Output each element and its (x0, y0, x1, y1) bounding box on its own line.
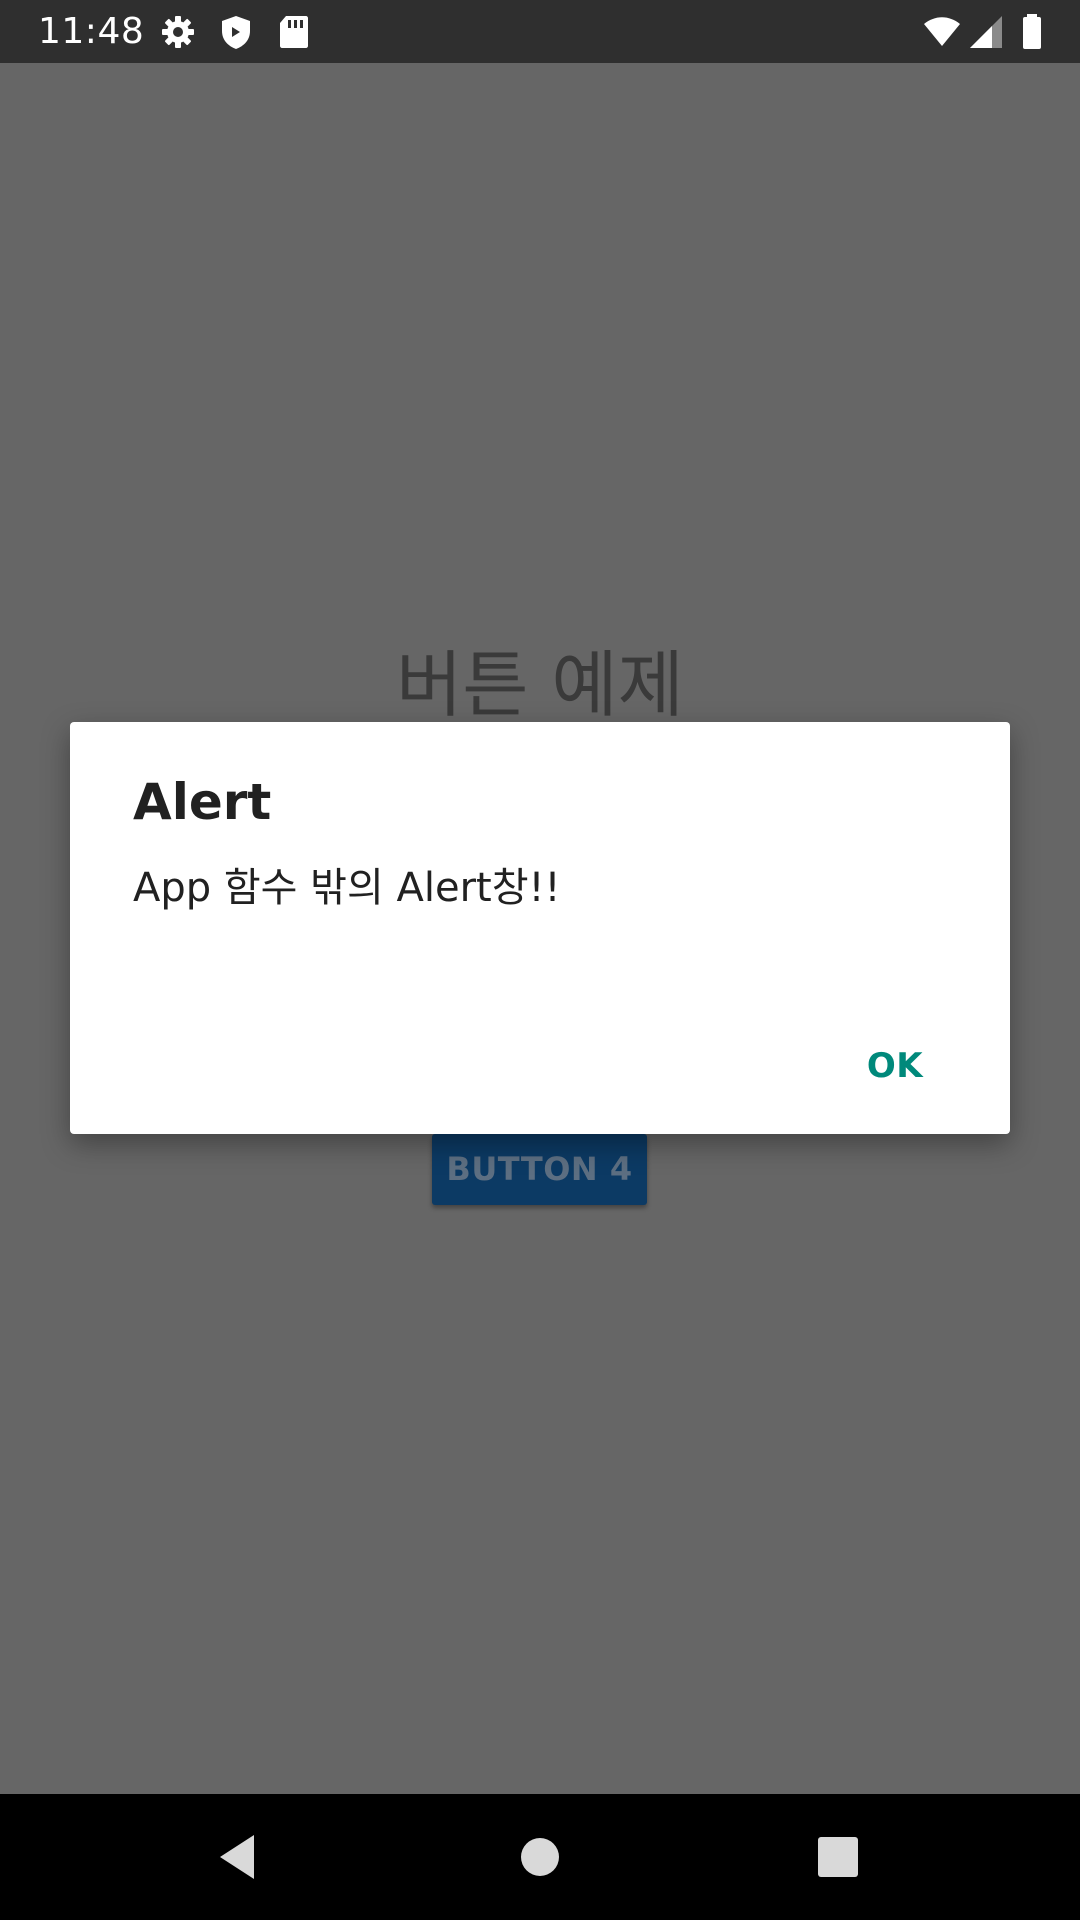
page-title: 버튼 예제 (396, 643, 684, 727)
ok-button[interactable]: OK (840, 1034, 950, 1098)
dialog-title: Alert (133, 773, 272, 831)
sd-card-icon (274, 12, 314, 52)
dialog-message: App 함수 밖의 Alert창!! (133, 865, 561, 911)
alert-dialog: Alert App 함수 밖의 Alert창!! OK (70, 722, 1010, 1134)
navigation-bar (0, 1794, 1080, 1920)
status-time: 11:48 (38, 11, 145, 52)
gear-icon (158, 12, 198, 52)
signal-icon (966, 12, 1006, 52)
recents-icon[interactable] (808, 1827, 868, 1887)
wifi-icon (922, 12, 962, 52)
home-icon[interactable] (510, 1827, 570, 1887)
back-icon[interactable] (210, 1827, 270, 1887)
battery-icon (1012, 12, 1052, 52)
shield-icon (216, 12, 256, 52)
status-bar: 11:48 (0, 0, 1080, 63)
button-4[interactable]: BUTTON 4 (432, 1134, 647, 1205)
